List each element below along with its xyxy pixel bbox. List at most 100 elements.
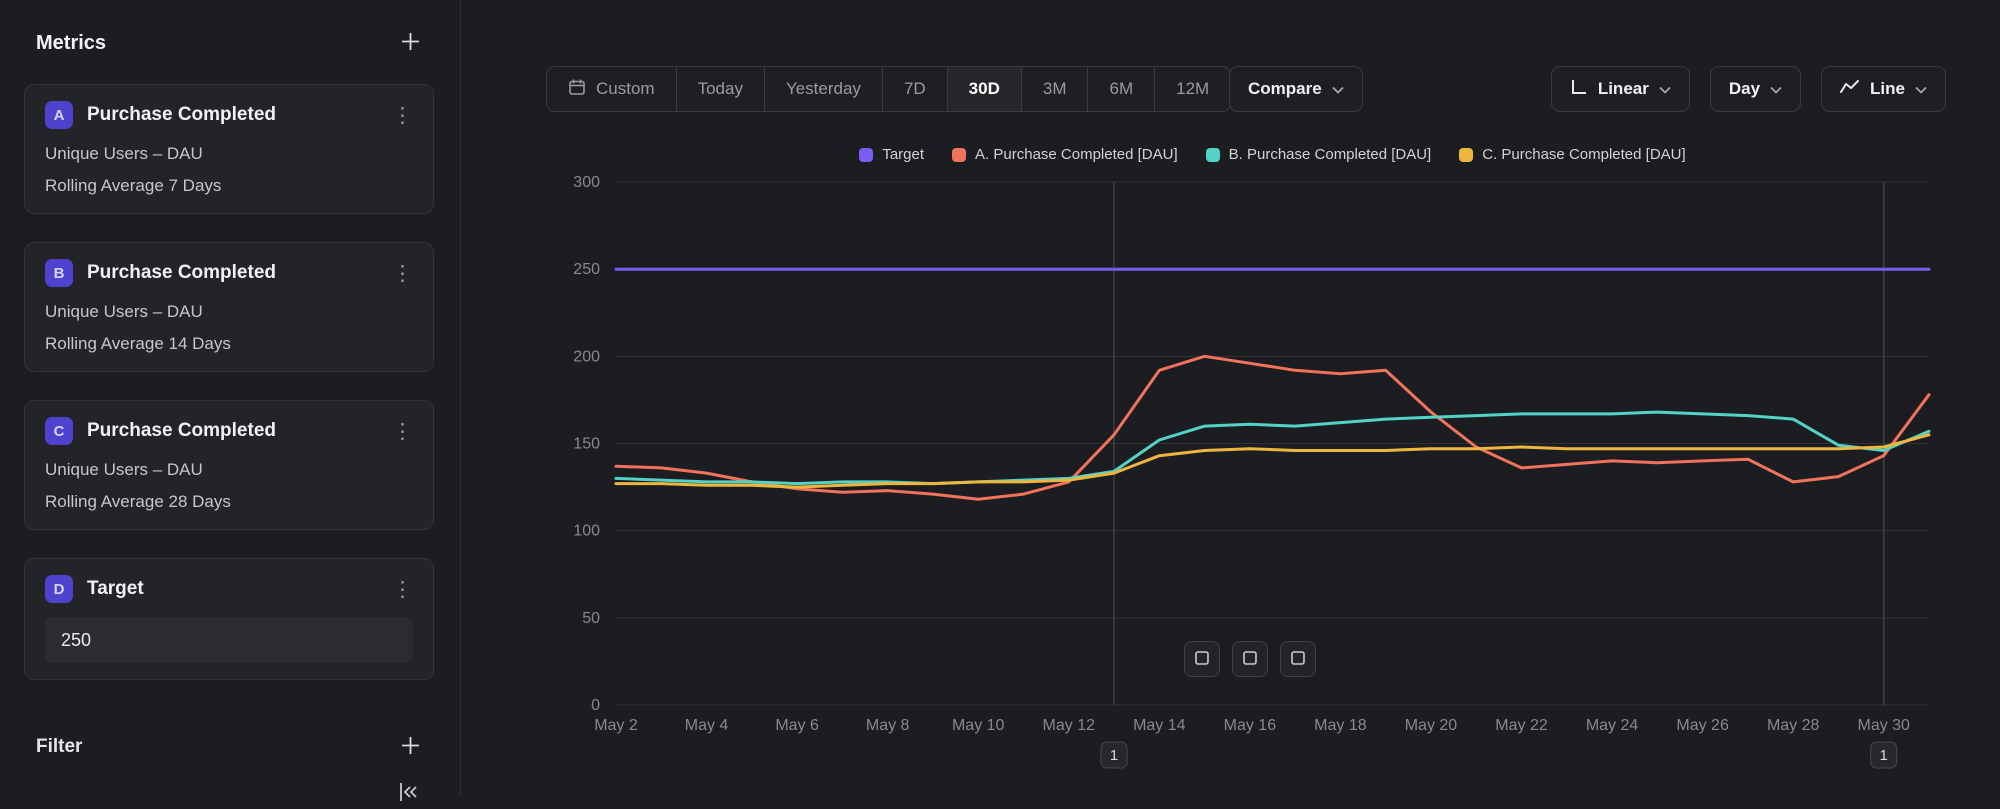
svg-text:1: 1 — [1880, 747, 1888, 764]
chart-type-label: Line — [1870, 79, 1905, 99]
metric-menu-button[interactable]: ⋮ — [392, 105, 413, 126]
compare-label: Compare — [1248, 79, 1322, 99]
metric-menu-button[interactable]: ⋮ — [392, 263, 413, 284]
x-tick-label: May 4 — [685, 717, 729, 734]
x-tick-label: May 6 — [775, 717, 819, 734]
legend-item-target[interactable]: Target — [859, 146, 924, 163]
metric-badge-a: A — [45, 101, 73, 129]
legend-item-a[interactable]: A. Purchase Completed [DAU] — [952, 146, 1178, 163]
range-12m-button[interactable]: 12M — [1154, 67, 1230, 111]
plus-icon — [401, 736, 420, 758]
legend-label: A. Purchase Completed [DAU] — [975, 146, 1178, 163]
series-line-1[interactable] — [616, 356, 1929, 499]
x-tick-label: May 18 — [1314, 717, 1367, 734]
collapse-sidebar-button[interactable] — [394, 778, 422, 809]
chart-bottom-button-1[interactable] — [1184, 641, 1220, 677]
sidebar-title: Metrics — [36, 32, 106, 55]
panel-icon — [1290, 650, 1306, 669]
filter-title: Filter — [36, 736, 82, 758]
range-label: Yesterday — [786, 79, 861, 99]
metrics-sidebar: Metrics A Purchase Completed ⋮ Unique Us… — [0, 0, 461, 796]
metric-transform: Rolling Average 7 Days — [45, 175, 413, 197]
legend-label: C. Purchase Completed [DAU] — [1482, 146, 1685, 163]
scale-label: Linear — [1598, 79, 1649, 99]
target-card[interactable]: D Target ⋮ — [24, 558, 434, 680]
range-custom-button[interactable]: Custom — [547, 67, 676, 111]
metric-badge-b: B — [45, 259, 73, 287]
panel-icon — [1194, 650, 1210, 669]
range-30d-button[interactable]: 30D — [947, 67, 1021, 111]
calendar-icon — [568, 78, 586, 101]
metric-badge-d: D — [45, 575, 73, 603]
metric-measure: Unique Users – DAU — [45, 301, 413, 323]
x-tick-label: May 12 — [1043, 717, 1096, 734]
range-label: Custom — [596, 79, 655, 99]
metric-transform: Rolling Average 28 Days — [45, 491, 413, 513]
y-tick-label: 150 — [573, 436, 600, 453]
interval-label: Day — [1729, 79, 1760, 99]
chart-canvas[interactable]: 0 50 100 150 200 250 300 May 2 May 4 May 6 May 8 Ma… — [461, 140, 2000, 796]
legend-swatch — [1206, 148, 1220, 162]
range-7d-button[interactable]: 7D — [882, 67, 947, 111]
chevron-down-icon — [1915, 79, 1927, 99]
plus-icon — [401, 32, 420, 54]
chevron-down-icon — [1659, 79, 1671, 99]
legend-label: Target — [882, 146, 924, 163]
linear-scale-icon — [1570, 78, 1588, 101]
metric-menu-button[interactable]: ⋮ — [392, 421, 413, 442]
y-tick-label: 100 — [573, 523, 600, 540]
x-tick-label: May 26 — [1676, 717, 1729, 734]
range-today-button[interactable]: Today — [676, 67, 764, 111]
scale-selector-button[interactable]: Linear — [1551, 66, 1690, 112]
y-tick-label: 0 — [591, 697, 600, 714]
annotation-marker[interactable]: 1 — [1871, 742, 1897, 768]
metric-title: Purchase Completed — [87, 420, 276, 442]
chart-bottom-toolbar — [1184, 641, 1316, 677]
x-tick-label: May 10 — [952, 717, 1005, 734]
interval-selector-button[interactable]: Day — [1710, 66, 1801, 112]
legend-label: B. Purchase Completed [DAU] — [1229, 146, 1432, 163]
x-tick-label: May 16 — [1224, 717, 1277, 734]
chart-bottom-button-2[interactable] — [1232, 641, 1268, 677]
y-tick-label: 50 — [582, 610, 600, 627]
add-filter-button[interactable] — [399, 734, 422, 760]
annotation-marker[interactable]: 1 — [1101, 742, 1127, 768]
metric-card-b[interactable]: B Purchase Completed ⋮ Unique Users – DA… — [24, 242, 434, 372]
x-tick-label: May 2 — [594, 717, 638, 734]
range-label: 3M — [1043, 79, 1067, 99]
x-tick-label: May 22 — [1495, 717, 1548, 734]
range-6m-button[interactable]: 6M — [1087, 67, 1154, 111]
add-metric-button[interactable] — [399, 30, 422, 56]
metric-title: Purchase Completed — [87, 104, 276, 126]
compare-button[interactable]: Compare — [1229, 66, 1363, 112]
x-tick-label: May 8 — [866, 717, 910, 734]
metric-measure: Unique Users – DAU — [45, 459, 413, 481]
y-tick-label: 200 — [573, 348, 600, 365]
metric-card-a[interactable]: A Purchase Completed ⋮ Unique Users – DA… — [24, 84, 434, 214]
line-chart-icon — [1840, 79, 1860, 100]
x-tick-label: May 30 — [1857, 717, 1910, 734]
target-menu-button[interactable]: ⋮ — [392, 579, 413, 600]
metric-title: Purchase Completed — [87, 262, 276, 284]
svg-text:1: 1 — [1110, 747, 1118, 764]
chart-legend: Target A. Purchase Completed [DAU] B. Pu… — [616, 146, 1929, 163]
legend-swatch — [1459, 148, 1473, 162]
legend-item-b[interactable]: B. Purchase Completed [DAU] — [1206, 146, 1432, 163]
y-tick-label: 250 — [573, 261, 600, 278]
metric-badge-c: C — [45, 417, 73, 445]
range-3m-button[interactable]: 3M — [1021, 67, 1088, 111]
target-title: Target — [87, 578, 144, 600]
x-tick-label: May 28 — [1767, 717, 1820, 734]
chart-bottom-button-3[interactable] — [1280, 641, 1316, 677]
metric-transform: Rolling Average 14 Days — [45, 333, 413, 355]
metric-card-c[interactable]: C Purchase Completed ⋮ Unique Users – DA… — [24, 400, 434, 530]
legend-item-c[interactable]: C. Purchase Completed [DAU] — [1459, 146, 1685, 163]
target-value-input[interactable] — [45, 617, 413, 663]
y-tick-label: 300 — [573, 174, 600, 191]
x-tick-label: May 20 — [1405, 717, 1458, 734]
chart-type-selector-button[interactable]: Line — [1821, 66, 1946, 112]
chevron-down-icon — [1332, 79, 1344, 99]
panel-icon — [1242, 650, 1258, 669]
metric-measure: Unique Users – DAU — [45, 143, 413, 165]
range-yesterday-button[interactable]: Yesterday — [764, 67, 882, 111]
